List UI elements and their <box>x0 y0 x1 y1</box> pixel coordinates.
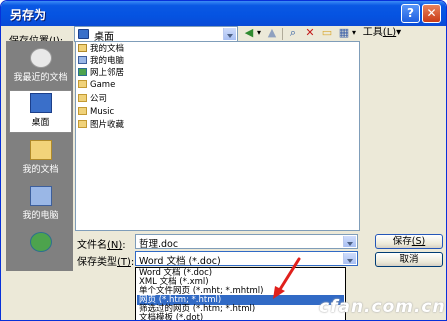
back-icon: ◀ <box>244 26 254 39</box>
desktop-icon <box>78 29 89 39</box>
file-list[interactable]: 我的文档 我的电脑 网上邻居 Game 公司 Music 图片收藏 <box>75 41 360 231</box>
my-documents-icon <box>78 44 87 52</box>
title-bar[interactable]: 另存为 ? ✕ <box>1 1 446 26</box>
list-item[interactable]: 我的电脑 <box>78 56 124 67</box>
toolbar-divider <box>282 28 283 40</box>
list-item[interactable]: 公司 <box>78 94 107 105</box>
search-web-button[interactable]: ⌕ <box>285 26 301 40</box>
folder-icon <box>78 107 87 115</box>
new-folder-icon: ▭ <box>321 26 333 39</box>
filetype-value: Word 文档 (*.doc) <box>139 256 221 267</box>
my-computer-icon <box>29 186 52 206</box>
close-button[interactable]: ✕ <box>422 4 441 23</box>
up-folder-button[interactable]: ▲ <box>264 26 280 40</box>
recent-documents-icon <box>29 48 52 68</box>
help-button[interactable]: ? <box>401 4 420 23</box>
chevron-down-icon[interactable] <box>343 253 356 264</box>
delete-button[interactable]: ✕ <box>302 26 318 40</box>
list-item[interactable]: 我的文档 <box>78 44 124 55</box>
back-dropdown-button[interactable]: ▾ <box>255 26 263 40</box>
tools-menu-button[interactable]: 工具(L)▾ <box>360 26 404 40</box>
views-icon: ▦ <box>338 26 350 39</box>
filetype-dropdown-list: Word 文档 (*.doc) XML 文档 (*.xml) 单个文件网页 (*… <box>135 267 346 320</box>
chevron-down-icon[interactable] <box>223 28 236 40</box>
list-item[interactable]: 网上邻居 <box>78 68 124 79</box>
delete-icon: ✕ <box>305 26 315 39</box>
watermark: cfan.com.cn <box>319 297 446 317</box>
filename-value[interactable]: 哲理.doc <box>139 236 178 250</box>
filetype-combobox[interactable]: Word 文档 (*.doc) <box>135 251 358 267</box>
new-folder-button[interactable]: ▭ <box>319 26 335 40</box>
filetype-option[interactable]: 文档模板 (*.dot) <box>137 313 344 320</box>
chevron-down-icon[interactable] <box>343 236 356 247</box>
list-item[interactable]: Music <box>78 107 114 118</box>
list-item[interactable]: 图片收藏 <box>78 120 124 131</box>
place-label: 桌面 <box>31 118 50 128</box>
place-desktop[interactable]: 桌面 <box>9 90 72 133</box>
filename-label: 文件名(N): <box>77 240 126 251</box>
views-dropdown-button[interactable]: ▾ <box>350 26 358 40</box>
window-title: 另存为 <box>10 8 47 22</box>
save-in-combobox[interactable]: 桌面 <box>74 26 238 43</box>
place-label: 我最近的文档 <box>13 73 68 83</box>
place-my-computer[interactable]: 我的电脑 <box>9 184 72 227</box>
folder-icon <box>78 94 87 102</box>
place-label: 我的文档 <box>22 165 59 175</box>
my-documents-icon <box>29 140 52 160</box>
cancel-button[interactable]: 取消 <box>375 252 443 267</box>
place-my-documents[interactable]: 我的文档 <box>9 138 72 181</box>
desktop-icon <box>29 93 52 113</box>
views-button[interactable]: ▦ <box>337 26 351 40</box>
search-icon: ⌕ <box>289 26 297 39</box>
up-folder-icon: ▲ <box>267 26 277 39</box>
annotation-arrow <box>273 257 301 299</box>
my-computer-icon <box>78 56 87 64</box>
filetype-label: 保存类型(T): <box>77 257 135 268</box>
network-places-icon <box>29 232 52 252</box>
network-places-icon <box>78 68 87 76</box>
places-bar: 我最近的文档 桌面 我的文档 我的电脑 <box>6 41 73 271</box>
place-network[interactable] <box>9 230 72 273</box>
save-button[interactable]: 保存(S) <box>375 234 443 249</box>
place-recent-documents[interactable]: 我最近的文档 <box>9 46 72 89</box>
folder-icon <box>78 80 87 88</box>
list-item[interactable]: Game <box>78 80 115 91</box>
folder-icon <box>78 120 87 128</box>
filename-combobox[interactable]: 哲理.doc <box>135 234 358 250</box>
save-as-dialog: 另存为 ? ✕ 保存位置(I): 桌面 ◀ ▾ ▲ ⌕ ✕ ▭ ▦ ▾ 工具(L… <box>0 0 447 321</box>
back-button[interactable]: ◀ <box>242 26 256 40</box>
place-label: 我的电脑 <box>22 211 59 221</box>
